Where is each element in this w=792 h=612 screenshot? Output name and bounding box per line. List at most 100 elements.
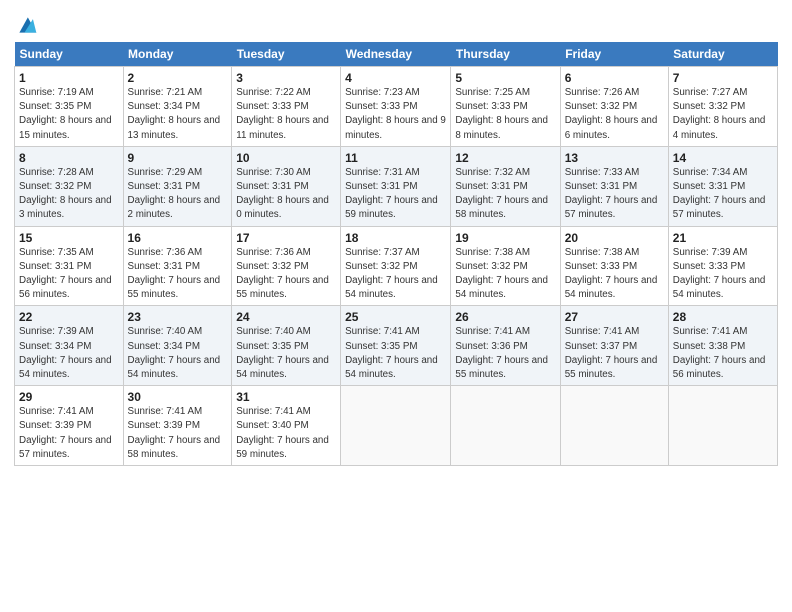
day-number: 27: [565, 310, 664, 324]
day-info: Sunrise: 7:25 AMSunset: 3:33 PMDaylight:…: [455, 86, 555, 143]
logo: [14, 14, 38, 36]
day-number: 15: [19, 231, 119, 245]
day-number: 18: [345, 231, 446, 245]
day-number: 8: [19, 151, 119, 165]
calendar-day-cell: 2 Sunrise: 7:21 AMSunset: 3:34 PMDayligh…: [123, 67, 232, 147]
calendar-day-cell: 7 Sunrise: 7:27 AMSunset: 3:32 PMDayligh…: [668, 67, 777, 147]
calendar-day-cell: 19 Sunrise: 7:38 AMSunset: 3:32 PMDaylig…: [451, 226, 560, 306]
calendar-week-row: 1 Sunrise: 7:19 AMSunset: 3:35 PMDayligh…: [15, 67, 778, 147]
calendar-day-cell: 6 Sunrise: 7:26 AMSunset: 3:32 PMDayligh…: [560, 67, 668, 147]
dow-cell: Friday: [560, 42, 668, 67]
page-container: SundayMondayTuesdayWednesdayThursdayFrid…: [0, 0, 792, 472]
day-info: Sunrise: 7:41 AMSunset: 3:37 PMDaylight:…: [565, 325, 664, 382]
calendar-day-cell: 17 Sunrise: 7:36 AMSunset: 3:32 PMDaylig…: [232, 226, 341, 306]
day-number: 17: [236, 231, 336, 245]
day-number: 30: [128, 390, 228, 404]
page-header: [14, 10, 778, 36]
day-info: Sunrise: 7:37 AMSunset: 3:32 PMDaylight:…: [345, 246, 446, 303]
calendar-day-cell: 9 Sunrise: 7:29 AMSunset: 3:31 PMDayligh…: [123, 146, 232, 226]
day-info: Sunrise: 7:41 AMSunset: 3:35 PMDaylight:…: [345, 325, 446, 382]
day-info: Sunrise: 7:36 AMSunset: 3:32 PMDaylight:…: [236, 246, 336, 303]
day-info: Sunrise: 7:41 AMSunset: 3:40 PMDaylight:…: [236, 405, 336, 462]
dow-cell: Tuesday: [232, 42, 341, 67]
calendar-day-cell: 23 Sunrise: 7:40 AMSunset: 3:34 PMDaylig…: [123, 306, 232, 386]
calendar-day-cell: 24 Sunrise: 7:40 AMSunset: 3:35 PMDaylig…: [232, 306, 341, 386]
day-number: 23: [128, 310, 228, 324]
day-info: Sunrise: 7:35 AMSunset: 3:31 PMDaylight:…: [19, 246, 119, 303]
day-number: 1: [19, 71, 119, 85]
day-number: 21: [673, 231, 773, 245]
day-number: 16: [128, 231, 228, 245]
day-info: Sunrise: 7:41 AMSunset: 3:38 PMDaylight:…: [673, 325, 773, 382]
calendar-week-row: 29 Sunrise: 7:41 AMSunset: 3:39 PMDaylig…: [15, 386, 778, 466]
day-number: 7: [673, 71, 773, 85]
calendar-day-cell: 30 Sunrise: 7:41 AMSunset: 3:39 PMDaylig…: [123, 386, 232, 466]
day-info: Sunrise: 7:31 AMSunset: 3:31 PMDaylight:…: [345, 166, 446, 223]
day-number: 20: [565, 231, 664, 245]
day-info: Sunrise: 7:19 AMSunset: 3:35 PMDaylight:…: [19, 86, 119, 143]
dow-cell: Saturday: [668, 42, 777, 67]
day-of-week-header: SundayMondayTuesdayWednesdayThursdayFrid…: [15, 42, 778, 67]
day-number: 2: [128, 71, 228, 85]
day-info: Sunrise: 7:40 AMSunset: 3:34 PMDaylight:…: [128, 325, 228, 382]
calendar-day-cell: 1 Sunrise: 7:19 AMSunset: 3:35 PMDayligh…: [15, 67, 124, 147]
calendar-day-cell: 13 Sunrise: 7:33 AMSunset: 3:31 PMDaylig…: [560, 146, 668, 226]
calendar-day-cell: 15 Sunrise: 7:35 AMSunset: 3:31 PMDaylig…: [15, 226, 124, 306]
day-number: 9: [128, 151, 228, 165]
calendar-week-row: 22 Sunrise: 7:39 AMSunset: 3:34 PMDaylig…: [15, 306, 778, 386]
dow-cell: Thursday: [451, 42, 560, 67]
calendar-day-cell: [341, 386, 451, 466]
day-number: 31: [236, 390, 336, 404]
day-number: 19: [455, 231, 555, 245]
day-info: Sunrise: 7:41 AMSunset: 3:39 PMDaylight:…: [19, 405, 119, 462]
calendar-day-cell: 22 Sunrise: 7:39 AMSunset: 3:34 PMDaylig…: [15, 306, 124, 386]
calendar-day-cell: 5 Sunrise: 7:25 AMSunset: 3:33 PMDayligh…: [451, 67, 560, 147]
day-info: Sunrise: 7:38 AMSunset: 3:33 PMDaylight:…: [565, 246, 664, 303]
day-info: Sunrise: 7:22 AMSunset: 3:33 PMDaylight:…: [236, 86, 336, 143]
calendar-day-cell: 25 Sunrise: 7:41 AMSunset: 3:35 PMDaylig…: [341, 306, 451, 386]
calendar-day-cell: [451, 386, 560, 466]
day-info: Sunrise: 7:26 AMSunset: 3:32 PMDaylight:…: [565, 86, 664, 143]
day-info: Sunrise: 7:34 AMSunset: 3:31 PMDaylight:…: [673, 166, 773, 223]
calendar-body: 1 Sunrise: 7:19 AMSunset: 3:35 PMDayligh…: [15, 67, 778, 466]
calendar-day-cell: 26 Sunrise: 7:41 AMSunset: 3:36 PMDaylig…: [451, 306, 560, 386]
dow-cell: Sunday: [15, 42, 124, 67]
day-number: 24: [236, 310, 336, 324]
day-info: Sunrise: 7:38 AMSunset: 3:32 PMDaylight:…: [455, 246, 555, 303]
calendar-day-cell: 4 Sunrise: 7:23 AMSunset: 3:33 PMDayligh…: [341, 67, 451, 147]
day-number: 11: [345, 151, 446, 165]
calendar-day-cell: 20 Sunrise: 7:38 AMSunset: 3:33 PMDaylig…: [560, 226, 668, 306]
calendar-week-row: 15 Sunrise: 7:35 AMSunset: 3:31 PMDaylig…: [15, 226, 778, 306]
day-number: 3: [236, 71, 336, 85]
day-info: Sunrise: 7:41 AMSunset: 3:36 PMDaylight:…: [455, 325, 555, 382]
calendar-day-cell: [668, 386, 777, 466]
day-info: Sunrise: 7:29 AMSunset: 3:31 PMDaylight:…: [128, 166, 228, 223]
day-number: 14: [673, 151, 773, 165]
dow-cell: Wednesday: [341, 42, 451, 67]
logo-icon: [16, 14, 38, 36]
calendar-day-cell: 12 Sunrise: 7:32 AMSunset: 3:31 PMDaylig…: [451, 146, 560, 226]
calendar-day-cell: 29 Sunrise: 7:41 AMSunset: 3:39 PMDaylig…: [15, 386, 124, 466]
day-number: 5: [455, 71, 555, 85]
day-info: Sunrise: 7:39 AMSunset: 3:34 PMDaylight:…: [19, 325, 119, 382]
calendar-day-cell: [560, 386, 668, 466]
calendar-day-cell: 21 Sunrise: 7:39 AMSunset: 3:33 PMDaylig…: [668, 226, 777, 306]
day-info: Sunrise: 7:40 AMSunset: 3:35 PMDaylight:…: [236, 325, 336, 382]
day-info: Sunrise: 7:30 AMSunset: 3:31 PMDaylight:…: [236, 166, 336, 223]
calendar-day-cell: 8 Sunrise: 7:28 AMSunset: 3:32 PMDayligh…: [15, 146, 124, 226]
day-info: Sunrise: 7:21 AMSunset: 3:34 PMDaylight:…: [128, 86, 228, 143]
calendar-day-cell: 14 Sunrise: 7:34 AMSunset: 3:31 PMDaylig…: [668, 146, 777, 226]
calendar-day-cell: 10 Sunrise: 7:30 AMSunset: 3:31 PMDaylig…: [232, 146, 341, 226]
calendar-day-cell: 18 Sunrise: 7:37 AMSunset: 3:32 PMDaylig…: [341, 226, 451, 306]
dow-cell: Monday: [123, 42, 232, 67]
day-info: Sunrise: 7:33 AMSunset: 3:31 PMDaylight:…: [565, 166, 664, 223]
day-info: Sunrise: 7:32 AMSunset: 3:31 PMDaylight:…: [455, 166, 555, 223]
day-number: 22: [19, 310, 119, 324]
day-info: Sunrise: 7:27 AMSunset: 3:32 PMDaylight:…: [673, 86, 773, 143]
day-info: Sunrise: 7:23 AMSunset: 3:33 PMDaylight:…: [345, 86, 446, 143]
day-info: Sunrise: 7:41 AMSunset: 3:39 PMDaylight:…: [128, 405, 228, 462]
day-number: 26: [455, 310, 555, 324]
day-number: 25: [345, 310, 446, 324]
day-number: 13: [565, 151, 664, 165]
calendar-day-cell: 28 Sunrise: 7:41 AMSunset: 3:38 PMDaylig…: [668, 306, 777, 386]
